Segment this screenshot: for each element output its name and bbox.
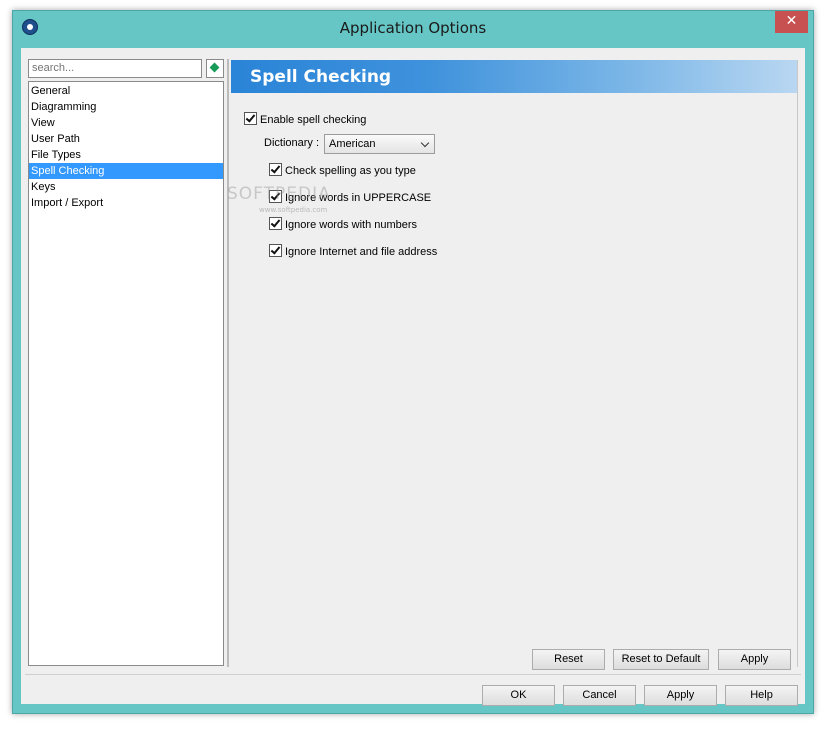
sidebar-item-keys[interactable]: Keys bbox=[29, 179, 223, 195]
sidebar-item-diagramming[interactable]: Diagramming bbox=[29, 99, 223, 115]
sidebar-item-user-path[interactable]: User Path bbox=[29, 131, 223, 147]
option-row[interactable]: Ignore words with numbers bbox=[269, 217, 417, 232]
close-icon: ✕ bbox=[785, 13, 798, 29]
window-title: Application Options bbox=[339, 19, 487, 37]
page-title: Spell Checking bbox=[250, 67, 392, 87]
sidebar-item-general[interactable]: General bbox=[29, 83, 223, 99]
close-button[interactable]: ✕ bbox=[775, 11, 808, 33]
ignore-internet-address-checkbox[interactable] bbox=[269, 244, 282, 257]
cancel-button[interactable]: Cancel bbox=[563, 685, 636, 706]
sidebar-item-spell-checking[interactable]: Spell Checking bbox=[29, 163, 223, 179]
dictionary-value: American bbox=[329, 138, 376, 150]
chevron-down-icon bbox=[420, 138, 430, 148]
watermark: SOFTPEDIA bbox=[227, 184, 331, 204]
panel-apply-button[interactable]: Apply bbox=[718, 649, 791, 670]
enable-spell-checking-checkbox[interactable] bbox=[244, 112, 257, 125]
search-input[interactable] bbox=[32, 62, 198, 74]
footer-divider bbox=[25, 674, 801, 675]
dictionary-select[interactable]: American bbox=[324, 134, 435, 154]
title-bar[interactable]: Application Options ✕ bbox=[13, 11, 813, 47]
watermark-url: www.softpedia.com bbox=[259, 206, 328, 214]
help-button[interactable]: Help bbox=[725, 685, 798, 706]
option-row[interactable]: Check spelling as you type bbox=[269, 163, 416, 178]
dialog-client-area: General Diagramming View User Path File … bbox=[21, 48, 805, 706]
option-label: Ignore Internet and file address bbox=[285, 246, 438, 258]
ignore-numbers-checkbox[interactable] bbox=[269, 217, 282, 230]
option-row[interactable]: Ignore Internet and file address bbox=[269, 244, 437, 259]
search-go-icon[interactable] bbox=[206, 59, 224, 78]
apply-button[interactable]: Apply bbox=[644, 685, 717, 706]
option-label: Ignore words with numbers bbox=[285, 219, 418, 231]
dictionary-label: Dictionary : bbox=[264, 137, 320, 149]
application-options-window: Application Options ✕ General Diagrammin… bbox=[12, 10, 814, 714]
panel-header: Spell Checking bbox=[231, 60, 798, 93]
enable-spell-checking-row[interactable]: Enable spell checking bbox=[244, 112, 366, 127]
sidebar-item-file-types[interactable]: File Types bbox=[29, 147, 223, 163]
option-label: Check spelling as you type bbox=[285, 165, 416, 177]
category-list: General Diagramming View User Path File … bbox=[28, 81, 224, 666]
reset-button[interactable]: Reset bbox=[532, 649, 605, 670]
reset-to-default-button[interactable]: Reset to Default bbox=[613, 649, 709, 670]
sidebar-item-view[interactable]: View bbox=[29, 115, 223, 131]
ok-button[interactable]: OK bbox=[482, 685, 555, 706]
panel-border bbox=[797, 60, 798, 667]
check-as-you-type-checkbox[interactable] bbox=[269, 163, 282, 176]
sidebar-item-import-export[interactable]: Import / Export bbox=[29, 195, 223, 211]
panel-splitter[interactable] bbox=[227, 59, 229, 667]
enable-spell-checking-label: Enable spell checking bbox=[260, 114, 367, 126]
search-field[interactable] bbox=[28, 59, 202, 78]
